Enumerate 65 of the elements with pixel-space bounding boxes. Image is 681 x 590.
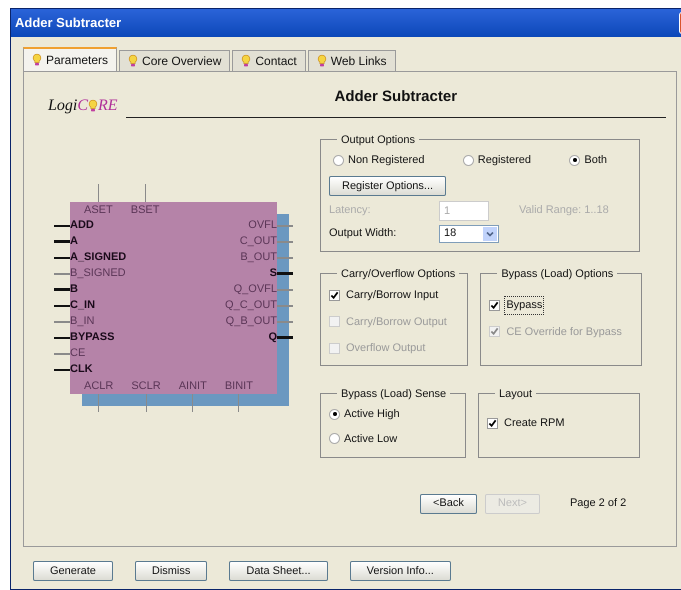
button[interactable]: Version Info... [350, 561, 451, 581]
pin: Q_B_OUT [225, 314, 293, 330]
lightbulb-icon [316, 54, 327, 68]
pin: Q [225, 330, 293, 346]
check-icon [488, 418, 497, 428]
pin: Q_OVFL [225, 282, 293, 298]
radio-option[interactable]: Active Low [329, 430, 457, 447]
valid-range-label: Valid Range: 1..18 [519, 203, 609, 218]
check-icon [490, 300, 500, 310]
pin: Q_C_OUT [225, 298, 293, 314]
pin: OVFL [225, 218, 293, 234]
checkbox-option[interactable]: Create RPM [487, 414, 631, 432]
pin: CLK [54, 362, 126, 378]
tab[interactable]: Contact [232, 50, 306, 71]
checkbox-option[interactable]: Carry/Borrow Input [329, 286, 460, 304]
output-width-dropdown[interactable]: 18 [439, 224, 499, 242]
lightbulb-icon [128, 54, 138, 68]
lightbulb-icon [88, 98, 98, 112]
check-icon [330, 290, 339, 300]
group-title: Output Options [340, 132, 416, 148]
button[interactable]: Generate [33, 561, 113, 581]
radio-option[interactable]: Registered [462, 152, 531, 168]
pin: SCLR [131, 378, 161, 412]
pin: A [54, 234, 126, 250]
chevron-down-icon [483, 226, 497, 240]
button[interactable]: Dismiss [134, 561, 208, 581]
pin: BYPASS [54, 330, 126, 346]
tab[interactable]: Parameters [23, 47, 118, 71]
tab[interactable]: Core Overview [119, 50, 230, 71]
field-label: Output Width: [329, 226, 398, 242]
button[interactable]: <Back [420, 494, 477, 514]
pin: BINIT [224, 378, 253, 412]
tab[interactable]: Web Links [308, 50, 396, 71]
pin: S [225, 266, 293, 282]
radio-option[interactable]: Active High [329, 406, 457, 422]
button[interactable]: Register Options... [329, 176, 446, 196]
pin: BSET [130, 184, 160, 218]
pin: A_SIGNED [54, 250, 126, 266]
window-title: Adder Subtracter [15, 14, 122, 32]
group-title: Carry/Overflow Options [340, 266, 456, 282]
group-title: Bypass (Load) Options [500, 266, 614, 282]
pin: B_IN [54, 314, 126, 330]
group-title: Bypass (Load) Sense [340, 386, 448, 402]
checkbox-option[interactable]: Bypass [489, 296, 634, 314]
page-heading: Adder Subtracter [334, 87, 458, 107]
pin: ACLR [84, 378, 114, 412]
pin: ASET [84, 184, 113, 218]
check-icon [490, 327, 500, 336]
page-indicator: Page 2 of 2 [570, 496, 626, 512]
pin: CE [54, 346, 126, 362]
logo: LogiC RE [48, 96, 118, 116]
radio-option[interactable]: Non Registered [333, 152, 424, 168]
field-label: Latency: [329, 203, 372, 218]
pin: C_OUT [225, 234, 293, 250]
lightbulb-icon [32, 53, 42, 67]
button[interactable]: Data Sheet... [229, 561, 328, 581]
radio-option[interactable]: Both [569, 152, 607, 168]
pin: B_OUT [225, 250, 293, 266]
pin: C_IN [54, 298, 126, 314]
pin: ADD [54, 218, 126, 234]
group-title: Layout [498, 386, 534, 402]
pin: B_SIGNED [54, 266, 126, 282]
lightbulb-icon [241, 54, 252, 68]
pin: AINIT [178, 378, 207, 412]
pin: B [54, 282, 126, 298]
